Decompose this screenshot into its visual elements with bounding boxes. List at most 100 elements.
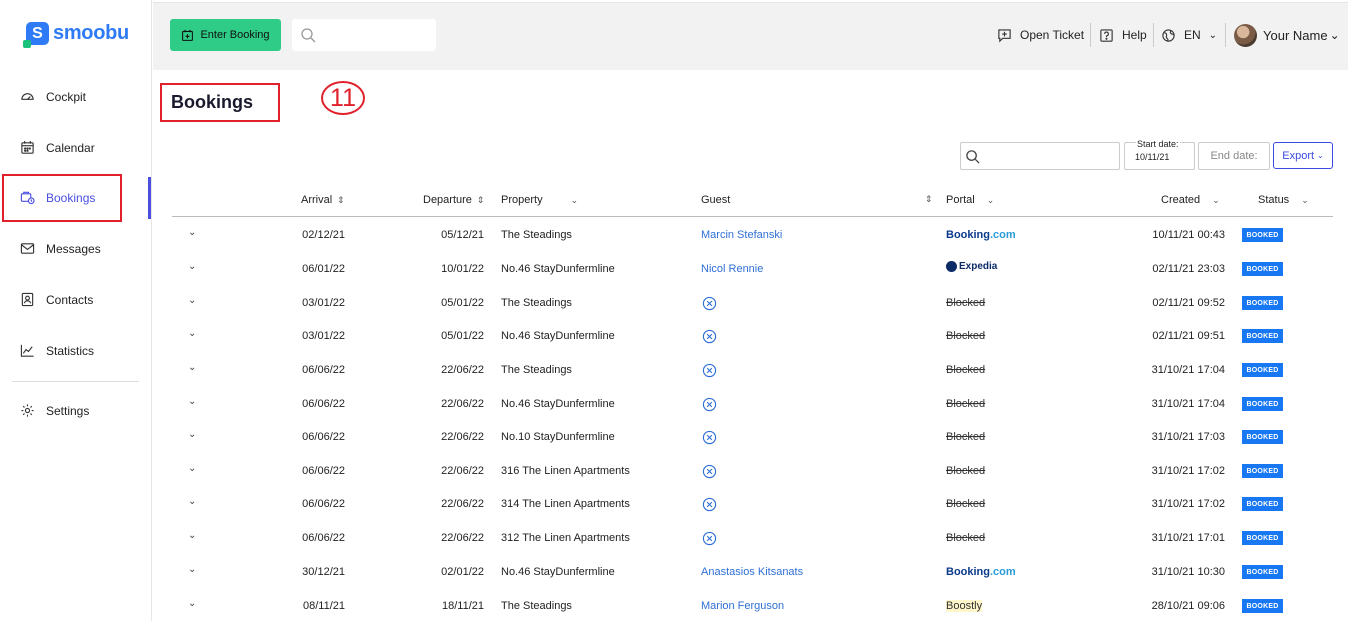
table-row[interactable]: ⌄ 30/12/21 02/01/22 No.46 StayDunfermline An… (172, 554, 1333, 587)
enter-booking-button[interactable]: Enter Booking (170, 19, 281, 51)
table-row[interactable]: ⌄ 06/06/22 22/06/22 314 The Linen Apartment… (172, 486, 1333, 519)
sidebar-item-label: Contacts (46, 292, 94, 307)
table-row[interactable]: ⌄ 06/06/22 22/06/22 No.10 StayDunfermline Bl… (172, 419, 1333, 452)
expand-chevron-icon[interactable]: ⌄ (188, 328, 196, 339)
status-badge: BOOKED (1242, 599, 1283, 613)
topbar-divider (1225, 23, 1226, 47)
arrival-cell: 30/12/21 (302, 566, 345, 578)
page-title: Bookings (171, 92, 254, 112)
expand-chevron-icon[interactable]: ⌄ (188, 396, 196, 407)
language-selector[interactable]: EN ⌄ (1161, 3, 1217, 67)
departure-cell: 22/06/22 (441, 498, 484, 510)
table-row[interactable]: ⌄ 08/11/21 18/11/21 The Steadings Marion Fer… (172, 588, 1333, 621)
sidebar-item-label: Calendar (46, 140, 95, 155)
sidebar-item-messages[interactable]: Messages (20, 241, 101, 256)
expand-chevron-icon[interactable]: ⌄ (188, 295, 196, 306)
logo-mark-icon: S (23, 22, 49, 48)
export-button[interactable]: Export ⌄ (1273, 142, 1333, 169)
sidebar-item-bookings[interactable]: Bookings (20, 190, 95, 205)
status-badge: BOOKED (1242, 363, 1283, 377)
created-cell: 10/11/21 00:43 (1152, 229, 1225, 241)
start-date-field[interactable]: Start date: 10/11/21 (1124, 139, 1195, 170)
table-row[interactable]: ⌄ 03/01/22 05/01/22 No.46 StayDunfermline Bl… (172, 318, 1333, 351)
arrival-cell: 08/11/21 (302, 600, 345, 612)
table-row[interactable]: ⌄ 02/12/21 05/12/21 The Steadings Marcin Ste… (172, 217, 1333, 250)
arrival-cell: 06/06/22 (302, 465, 345, 477)
table-row[interactable]: ⌄ 06/01/22 10/01/22 No.46 StayDunfermline Ni… (172, 251, 1333, 284)
language-label: EN (1184, 28, 1201, 42)
column-guest[interactable]: Guest (701, 194, 730, 206)
created-cell: 31/10/21 17:02 (1151, 498, 1225, 510)
guest-link[interactable]: Marcin Stefanski (701, 229, 782, 241)
arrival-cell: 06/06/22 (302, 498, 345, 510)
column-departure[interactable]: Departure ⇕ (423, 194, 484, 206)
property-cell: The Steadings (501, 600, 572, 612)
portal-label: Blocked (946, 532, 986, 544)
expand-chevron-icon[interactable]: ⌄ (188, 463, 196, 474)
sort-icon: ⇕ (476, 194, 485, 205)
column-property[interactable]: Property ⌄ (501, 194, 578, 206)
table-row[interactable]: ⌄ 06/06/22 22/06/22 The Steadings Blocked 31/… (172, 352, 1333, 385)
globe-icon (1162, 28, 1175, 42)
departure-cell: 02/01/22 (441, 566, 484, 578)
column-arrival[interactable]: Arrival ⇕ (301, 194, 345, 206)
arrival-cell: 06/06/22 (302, 431, 345, 443)
status-badge: BOOKED (1242, 565, 1283, 579)
table-row[interactable]: ⌄ 06/06/22 22/06/22 312 The Linen Apartment… (172, 520, 1333, 553)
status-badge: BOOKED (1242, 464, 1283, 478)
sidebar-item-label: Bookings (46, 190, 96, 205)
portal-label: Blocked (946, 330, 986, 342)
table-row[interactable]: ⌄ 06/06/22 22/06/22 No.46 StayDunfermline Bl… (172, 386, 1333, 419)
sidebar-item-contacts[interactable]: Contacts (20, 292, 93, 307)
bookings-search-input[interactable] (960, 142, 1120, 170)
guest-link[interactable]: Anastasios Kitsanats (701, 566, 803, 578)
sort-icon: ⇕ (337, 194, 345, 205)
brand-logo[interactable]: S smoobu (23, 22, 129, 48)
expand-chevron-icon[interactable]: ⌄ (188, 362, 196, 373)
sidebar-item-label: Statistics (46, 343, 95, 358)
sidebar-divider (12, 381, 139, 382)
sidebar-item-statistics[interactable]: Statistics (20, 343, 94, 358)
open-ticket-button[interactable]: Open Ticket (997, 3, 1084, 67)
column-created[interactable]: Created ⌄ (1161, 194, 1220, 206)
top-search-input[interactable] (292, 19, 436, 51)
ticket-plus-icon (998, 28, 1011, 42)
arrival-cell: 06/06/22 (302, 398, 345, 410)
column-status[interactable]: Status ⌄ (1258, 194, 1309, 206)
column-label: Created (1161, 194, 1201, 206)
chart-icon (20, 344, 34, 357)
column-label: Property (501, 194, 543, 206)
column-label: Status (1258, 194, 1290, 206)
expand-chevron-icon[interactable]: ⌄ (188, 496, 196, 507)
sidebar-item-cockpit[interactable]: Cockpit (20, 89, 86, 104)
departure-cell: 22/06/22 (441, 465, 484, 477)
topbar-divider (1090, 23, 1091, 47)
column-label: Arrival (301, 194, 333, 206)
expand-chevron-icon[interactable]: ⌄ (188, 261, 196, 272)
topbar-divider (1153, 23, 1154, 47)
departure-cell: 22/06/22 (441, 398, 484, 410)
sort-icon: ⇕ (925, 194, 933, 204)
sidebar-item-calendar[interactable]: Calendar (20, 140, 95, 155)
departure-cell: 22/06/22 (441, 431, 484, 443)
status-badge: BOOKED (1242, 228, 1283, 242)
column-label: Portal (946, 194, 975, 206)
guest-link[interactable]: Marion Ferguson (701, 600, 784, 612)
portal-label: Blocked (946, 498, 986, 510)
expand-chevron-icon[interactable]: ⌄ (188, 429, 196, 440)
table-row[interactable]: ⌄ 03/01/22 05/01/22 The Steadings Blocked 02/… (172, 285, 1333, 318)
user-menu[interactable]: Your Name ⌄ (1234, 3, 1340, 67)
end-date-field[interactable]: End date: (1198, 142, 1270, 170)
expand-chevron-icon[interactable]: ⌄ (188, 530, 196, 541)
expand-chevron-icon[interactable]: ⌄ (188, 598, 196, 609)
created-cell: 31/10/21 17:04 (1151, 398, 1225, 410)
help-button[interactable]: Help (1099, 3, 1147, 67)
guest-sort-button[interactable]: ⇕ (920, 194, 933, 205)
expand-chevron-icon[interactable]: ⌄ (188, 227, 196, 238)
table-row[interactable]: ⌄ 06/06/22 22/06/22 316 The Linen Apartment… (172, 453, 1333, 486)
guest-link[interactable]: Nicol Rennie (701, 263, 763, 275)
sidebar-item-settings[interactable]: Settings (20, 403, 89, 418)
expand-chevron-icon[interactable]: ⌄ (188, 564, 196, 575)
column-portal[interactable]: Portal ⌄ (946, 194, 994, 206)
portal-label: Boostly (946, 600, 983, 612)
